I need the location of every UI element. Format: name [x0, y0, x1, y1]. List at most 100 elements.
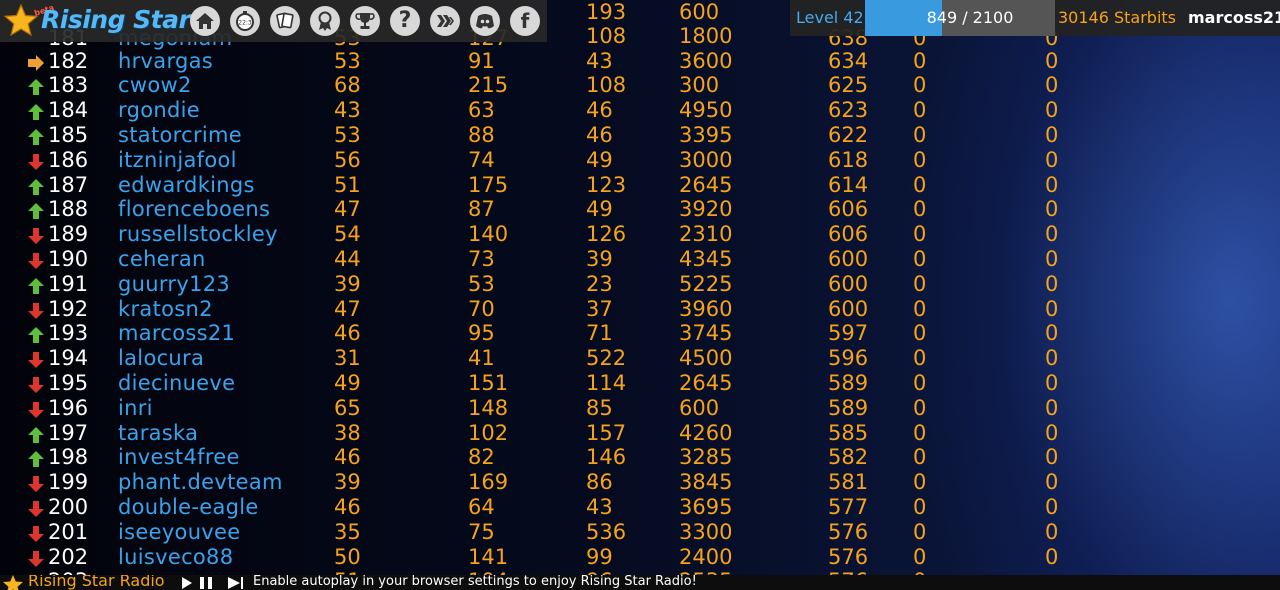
- trophy-nav-button[interactable]: [350, 6, 380, 36]
- player-name-link[interactable]: taraska: [118, 421, 198, 446]
- leaderboard-row: 182 hrvargas 53 91 43 3600 634 0 0: [0, 49, 1100, 74]
- stat-value: 4500: [679, 346, 733, 371]
- stat-value: 102: [468, 420, 509, 445]
- player-name-link[interactable]: marcoss21: [118, 321, 235, 346]
- home-nav-button[interactable]: [190, 6, 220, 36]
- stat-value: 39: [334, 470, 361, 495]
- rank-change-indicator: [27, 173, 47, 198]
- stat-value: 0: [913, 147, 927, 172]
- hive-nav-button[interactable]: [430, 6, 460, 36]
- leaderboard-row: 191 guurry123 39 53 23 5225 600 0 0: [0, 272, 1100, 297]
- stat-value: 73: [468, 246, 495, 271]
- next-icon[interactable]: [228, 577, 243, 589]
- cards-nav-button[interactable]: [270, 6, 300, 36]
- rank-change-indicator: [27, 520, 47, 545]
- stat-value: 49: [586, 197, 613, 222]
- stat-value: 0: [913, 48, 927, 73]
- username[interactable]: marcoss21: [1188, 8, 1280, 27]
- rank-number: 193: [48, 321, 89, 346]
- stat-value: 589: [828, 370, 869, 395]
- stat-value: 82: [468, 445, 495, 470]
- rank-number: 188: [48, 197, 89, 222]
- leaderboard-row: 190 ceheran 44 73 39 4345 600 0 0: [0, 247, 1100, 272]
- player-name-link[interactable]: guurry123: [118, 272, 230, 297]
- stat-value: 0: [913, 271, 927, 296]
- stat-value: 0: [913, 544, 927, 569]
- discord-nav-button[interactable]: [470, 6, 500, 36]
- rank-change-indicator: [27, 321, 47, 346]
- stat-value: 3000: [679, 147, 733, 172]
- stat-value: 582: [828, 445, 869, 470]
- player-name-link[interactable]: rgondie: [118, 98, 200, 123]
- stopwatch-nav-button[interactable]: 22:3: [230, 6, 260, 36]
- help-nav-button[interactable]: ?: [390, 6, 420, 36]
- stat-value: 3920: [679, 197, 733, 222]
- radio-title: Rising Star Radio: [28, 575, 165, 590]
- player-name-link[interactable]: diecinueve: [118, 371, 235, 396]
- stat-value: 46: [586, 122, 613, 147]
- stat-value: 65: [334, 395, 361, 420]
- stat-value: 606: [828, 222, 869, 247]
- rank-up-icon: [28, 451, 44, 468]
- stat-value: 0: [1045, 470, 1059, 495]
- player-name-link[interactable]: itzninjafool: [118, 148, 237, 173]
- rank-number: 194: [48, 346, 89, 371]
- stat-value: 64: [468, 494, 495, 519]
- stat-value: 47: [334, 197, 361, 222]
- facebook-icon: f: [520, 9, 530, 33]
- rank-number: 200: [48, 494, 89, 519]
- stat-value: 157: [586, 420, 627, 445]
- rank-down-icon: [28, 302, 44, 319]
- stat-value: 99: [586, 544, 613, 569]
- stat-value: 70: [468, 296, 495, 321]
- player-name-link[interactable]: statorcrime: [118, 123, 242, 148]
- rank-change-indicator: [27, 297, 47, 322]
- stat-value: 0: [1045, 346, 1059, 371]
- player-name-link[interactable]: cwow2: [118, 73, 192, 98]
- stat-value: 0: [913, 494, 927, 519]
- stat-value: 44: [334, 246, 361, 271]
- rank-number: 189: [48, 222, 89, 247]
- rank-change-indicator: [27, 123, 47, 148]
- rank-down-icon: [28, 228, 44, 245]
- stat-value: 4950: [679, 98, 733, 123]
- player-name-link[interactable]: lalocura: [118, 346, 204, 371]
- player-name-link[interactable]: hrvargas: [118, 49, 213, 74]
- stat-value: 576: [828, 544, 869, 569]
- stat-value: 46: [586, 98, 613, 123]
- xp-text: 849 / 2100: [926, 8, 1014, 27]
- player-name-link[interactable]: inri: [118, 396, 153, 421]
- app-title[interactable]: Rising Star: [41, 5, 191, 34]
- radio-controls[interactable]: [180, 576, 250, 590]
- stat-value: 3960: [679, 296, 733, 321]
- rank-number: 192: [48, 296, 89, 321]
- player-name-link[interactable]: edwardkings: [118, 173, 255, 198]
- player-name-link[interactable]: iseeyouvee: [118, 520, 240, 545]
- facebook-nav-button[interactable]: f: [510, 6, 540, 36]
- stat-value: 46: [334, 445, 361, 470]
- player-name-link[interactable]: invest4free: [118, 445, 240, 470]
- stat-value: 3845: [679, 470, 733, 495]
- stat-value: 0: [1045, 147, 1059, 172]
- player-name-link[interactable]: ceheran: [118, 247, 206, 272]
- stat-value: 54: [334, 222, 361, 247]
- player-name-link[interactable]: double-eagle: [118, 495, 259, 520]
- player-name-link[interactable]: florenceboens: [118, 197, 270, 222]
- leaderboard-row: 201 iseeyouvee 35 75 536 3300 576 0 0: [0, 520, 1100, 545]
- stat-value: 618: [828, 147, 869, 172]
- stat-value: 0: [913, 98, 927, 123]
- trophy-icon: [355, 13, 375, 29]
- player-name-link[interactable]: kratosn2: [118, 297, 213, 322]
- award-nav-button[interactable]: [310, 6, 340, 36]
- play-icon[interactable]: [182, 577, 192, 589]
- stat-value: 600: [828, 271, 869, 296]
- player-status-bar: Level 42 849 / 2100 30146 Starbits marco…: [790, 0, 1280, 36]
- player-name-link[interactable]: phant.devteam: [118, 470, 283, 495]
- player-name-link[interactable]: luisveco88: [118, 545, 233, 570]
- stat-value: 634: [828, 48, 869, 73]
- stat-value: 3395: [679, 122, 733, 147]
- pause-icon[interactable]: [200, 577, 212, 589]
- stat-value: 3300: [679, 519, 733, 544]
- rank-up-icon: [28, 178, 44, 195]
- player-name-link[interactable]: russellstockley: [118, 222, 278, 247]
